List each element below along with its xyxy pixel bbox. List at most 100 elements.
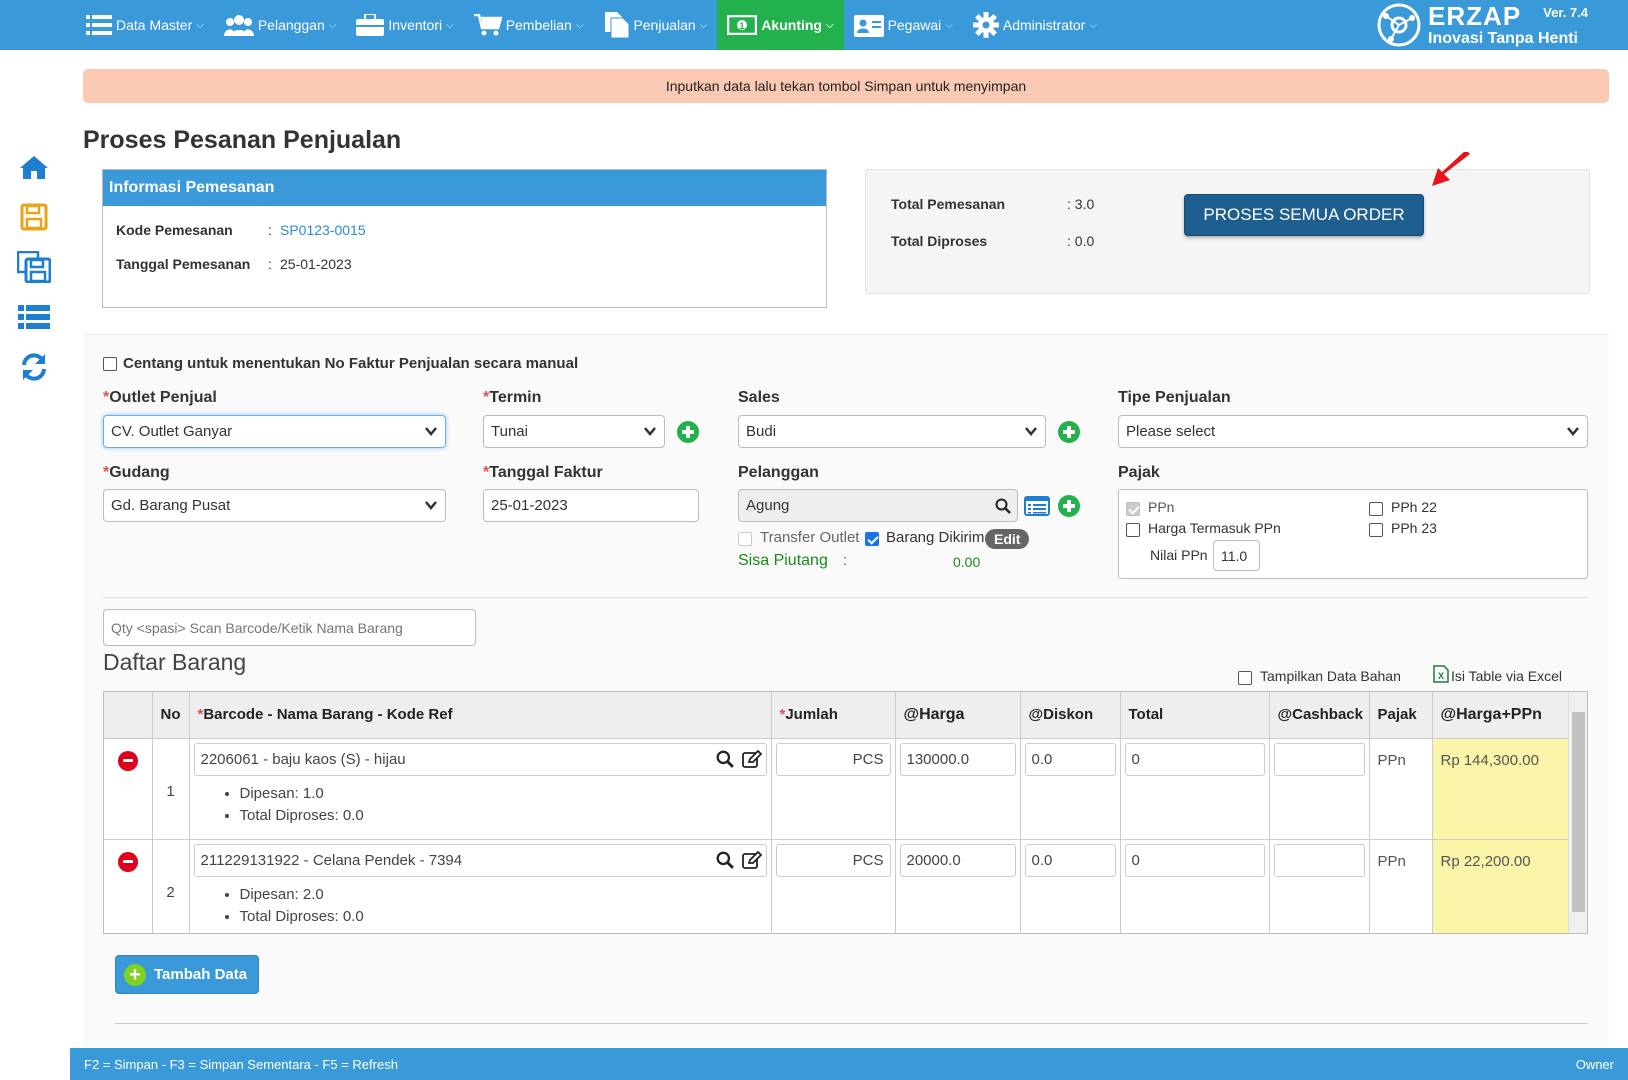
- gudang-select[interactable]: Gd. Barang Pusat: [103, 489, 446, 522]
- user-role[interactable]: Owner: [1576, 1057, 1614, 1072]
- svg-text:1: 1: [740, 21, 745, 31]
- total-input[interactable]: 0: [1124, 742, 1265, 776]
- save-temp-button[interactable]: [17, 250, 51, 284]
- col-harga: @Harga: [895, 692, 1021, 739]
- item-value: 211229131922 - Celana Pendek - 7394: [200, 851, 463, 869]
- edit-pengiriman-button[interactable]: Edit: [985, 529, 1030, 549]
- nilai-ppn-input[interactable]: 11.0: [1213, 540, 1260, 571]
- diskon-input[interactable]: 0.0: [1024, 843, 1116, 877]
- home-button[interactable]: [17, 150, 51, 184]
- edit-icon[interactable]: [741, 850, 762, 869]
- manual-faktur-label: Centang untuk menentukan No Faktur Penju…: [123, 355, 579, 372]
- dipesan-text: Dipesan: 1.0: [240, 783, 767, 805]
- harga-input[interactable]: 130000.0: [899, 742, 1016, 776]
- nav-administrator[interactable]: Administrator ⌵: [963, 0, 1107, 50]
- chevron-down-icon: [425, 501, 437, 510]
- col-jumlah-label: Jumlah: [785, 706, 838, 724]
- remove-row-icon[interactable]: [117, 750, 138, 771]
- add-sales-button[interactable]: [1058, 421, 1080, 443]
- col-harga-ppn: @Harga+PPn: [1432, 692, 1571, 739]
- chevron-down-icon: ⌵: [825, 19, 834, 31]
- item-value: 2206061 - baju kaos (S) - hijau: [200, 750, 406, 768]
- svg-text:X: X: [1438, 671, 1444, 681]
- sisa-piutang-label: Sisa Piutang: [738, 552, 828, 569]
- chevron-down-icon: ⌵: [945, 19, 953, 31]
- search-icon[interactable]: [716, 750, 734, 768]
- search-icon[interactable]: [716, 851, 734, 869]
- nilai-ppn-label: Nilai PPn: [1150, 547, 1208, 563]
- chevron-down-icon: [425, 427, 437, 436]
- pelanggan-label: Pelanggan: [738, 464, 819, 481]
- pph23-label: PPh 23: [1391, 520, 1437, 536]
- nav-data-master[interactable]: Data Master ⌵: [76, 0, 214, 50]
- pelanggan-value: Agung: [746, 497, 790, 514]
- tipe-penjualan-select[interactable]: Please select: [1118, 415, 1588, 448]
- customer-list-icon[interactable]: [1024, 496, 1050, 516]
- pph22-label: PPh 22: [1391, 499, 1437, 515]
- isi-excel-link[interactable]: Isi Table via Excel: [1451, 668, 1562, 684]
- chevron-down-icon: ⌵: [575, 19, 584, 31]
- cashback-input[interactable]: [1273, 843, 1365, 877]
- add-termin-button[interactable]: [677, 421, 699, 443]
- pph22-checkbox[interactable]: [1369, 502, 1383, 516]
- jumlah-input[interactable]: PCS: [775, 843, 891, 877]
- nav-akunting[interactable]: 1 Akunting ⌵: [717, 0, 844, 50]
- table-scrollbar[interactable]: [1568, 692, 1587, 933]
- transfer-outlet-checkbox[interactable]: [738, 532, 752, 546]
- remove-row-icon[interactable]: [117, 851, 138, 872]
- nav-penjualan[interactable]: Penjualan ⌵: [593, 0, 717, 50]
- row-harga-cell: 20000.0: [895, 839, 1021, 933]
- sisa-piutang-value: 0.00: [953, 554, 981, 570]
- pajak-label: Pajak: [1118, 464, 1160, 481]
- excel-icon[interactable]: X: [1433, 665, 1449, 683]
- item-details: Dipesan: 1.0 Total Diproses: 0.0: [240, 783, 767, 827]
- harga-ppn-value: Rp 144,300.00: [1440, 751, 1539, 769]
- tampilkan-bahan-label: Tampilkan Data Bahan: [1260, 668, 1401, 684]
- nav-pegawai[interactable]: Pegawai ⌵: [844, 0, 963, 50]
- gear-icon: [972, 12, 999, 38]
- termin-select[interactable]: Tunai: [483, 415, 665, 448]
- pph23-checkbox[interactable]: [1369, 523, 1383, 537]
- kode-pemesanan-link[interactable]: SP0123-0015: [280, 222, 366, 238]
- add-pelanggan-button[interactable]: [1058, 495, 1080, 517]
- ppn-checkbox[interactable]: [1126, 502, 1140, 516]
- nav-pelanggan[interactable]: Pelanggan ⌵: [214, 0, 347, 50]
- pelanggan-input[interactable]: Agung: [738, 489, 1018, 522]
- outlet-select[interactable]: CV. Outlet Ganyar: [103, 415, 446, 448]
- tampilkan-bahan-checkbox[interactable]: [1238, 671, 1252, 685]
- jumlah-input[interactable]: PCS: [775, 742, 891, 776]
- plus-icon: +: [124, 963, 146, 986]
- search-icon[interactable]: [995, 498, 1011, 514]
- harga-input[interactable]: 20000.0: [899, 843, 1016, 877]
- nav-pembelian[interactable]: Pembelian ⌵: [464, 0, 594, 50]
- proses-semua-order-button[interactable]: PROSES SEMUA ORDER: [1184, 194, 1424, 236]
- diskon-input[interactable]: 0.0: [1024, 742, 1116, 776]
- chevron-down-icon: ⌵: [196, 19, 204, 31]
- save-icon: [20, 203, 48, 231]
- barang-dikirim-checkbox[interactable]: [865, 532, 879, 546]
- row-harga-ppn-cell: Rp 22,200.00: [1432, 839, 1571, 933]
- row-total-cell: 0: [1120, 738, 1270, 840]
- tambah-data-button[interactable]: + Tambah Data: [115, 955, 259, 994]
- tanggal-faktur-input[interactable]: 25-01-2023: [483, 489, 699, 522]
- manual-faktur-checkbox[interactable]: [103, 357, 117, 371]
- refresh-button[interactable]: [17, 350, 51, 384]
- sales-select[interactable]: Budi: [738, 415, 1046, 448]
- termin-label: Termin: [489, 389, 542, 406]
- edit-icon[interactable]: [741, 749, 762, 768]
- scroll-thumb[interactable]: [1572, 712, 1585, 912]
- item-input[interactable]: 211229131922 - Celana Pendek - 7394: [193, 843, 767, 877]
- row-action-cell: [104, 839, 153, 933]
- save-button[interactable]: [17, 200, 51, 234]
- nav-inventori[interactable]: Inventori ⌵: [346, 0, 463, 50]
- row-no: 1: [152, 738, 190, 840]
- info-panel-header: Informasi Pemesanan: [103, 170, 826, 206]
- scan-barcode-input[interactable]: [103, 609, 476, 646]
- list-button[interactable]: [17, 300, 51, 334]
- outlet-value: CV. Outlet Ganyar: [111, 423, 233, 440]
- item-input[interactable]: 2206061 - baju kaos (S) - hijau: [193, 742, 767, 776]
- cashback-input[interactable]: [1273, 742, 1365, 776]
- total-input[interactable]: 0: [1124, 843, 1265, 877]
- col-pajak: Pajak: [1369, 692, 1433, 739]
- harga-termasuk-ppn-checkbox[interactable]: [1126, 523, 1140, 537]
